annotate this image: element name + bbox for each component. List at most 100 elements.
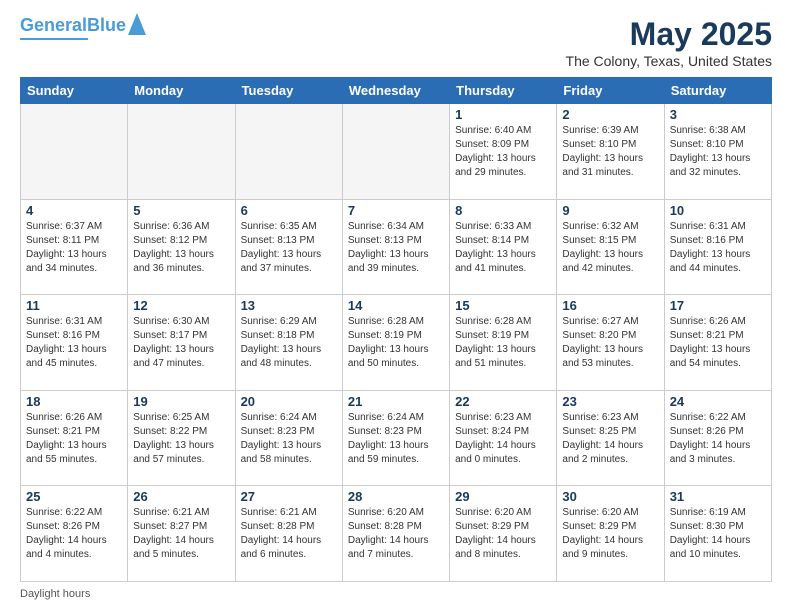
logo-blue: Blue (87, 15, 126, 35)
calendar-cell: 21 Sunrise: 6:24 AM Sunset: 8:23 PM Dayli… (342, 390, 449, 486)
day-info: Sunrise: 6:24 AM Sunset: 8:23 PM Dayligh… (348, 411, 444, 467)
day-number: 1 (455, 107, 551, 122)
day-number: 29 (455, 489, 551, 504)
day-header-sunday: Sunday (21, 78, 128, 104)
day-info: Sunrise: 6:20 AM Sunset: 8:29 PM Dayligh… (455, 506, 551, 562)
logo-triangle-icon (128, 13, 146, 35)
day-info: Sunrise: 6:21 AM Sunset: 8:28 PM Dayligh… (241, 506, 337, 562)
calendar-cell: 11 Sunrise: 6:31 AM Sunset: 8:16 PM Dayli… (21, 295, 128, 391)
day-number: 4 (26, 203, 122, 218)
day-number: 25 (26, 489, 122, 504)
day-info: Sunrise: 6:23 AM Sunset: 8:24 PM Dayligh… (455, 411, 551, 467)
logo-general: General (20, 15, 87, 35)
calendar-cell: 14Sunrise: 6:28 AM Sunset: 8:19 PM Dayli… (342, 295, 449, 391)
day-number: 9 (562, 203, 658, 218)
day-number: 19 (133, 394, 229, 409)
calendar-cell: 2Sunrise: 6:39 AM Sunset: 8:10 PM Daylig… (557, 104, 664, 200)
logo-text: GeneralBlue (20, 16, 126, 36)
day-header-tuesday: Tuesday (235, 78, 342, 104)
day-number: 2 (562, 107, 658, 122)
calendar-cell: 4 Sunrise: 6:37 AM Sunset: 8:11 PM Daylig… (21, 199, 128, 295)
day-info: Sunrise: 6:40 AM Sunset: 8:09 PM Dayligh… (455, 124, 551, 180)
calendar-cell (342, 104, 449, 200)
day-number: 26 (133, 489, 229, 504)
calendar-cell: 15Sunrise: 6:28 AM Sunset: 8:19 PM Dayli… (450, 295, 557, 391)
calendar-cell: 24Sunrise: 6:22 AM Sunset: 8:26 PM Dayli… (664, 390, 771, 486)
page: GeneralBlue May 2025 The Colony, Texas, … (0, 0, 792, 612)
calendar-cell: 28 Sunrise: 6:20 AM Sunset: 8:28 PM Dayli… (342, 486, 449, 582)
calendar-cell: 27 Sunrise: 6:21 AM Sunset: 8:28 PM Dayli… (235, 486, 342, 582)
calendar-cell: 9 Sunrise: 6:32 AM Sunset: 8:15 PM Daylig… (557, 199, 664, 295)
day-info: Sunrise: 6:31 AM Sunset: 8:16 PM Dayligh… (26, 315, 122, 371)
day-header-thursday: Thursday (450, 78, 557, 104)
calendar-cell: 13 Sunrise: 6:29 AM Sunset: 8:18 PM Dayli… (235, 295, 342, 391)
day-info: Sunrise: 6:37 AM Sunset: 8:11 PM Dayligh… (26, 220, 122, 276)
calendar-cell: 6 Sunrise: 6:35 AM Sunset: 8:13 PM Daylig… (235, 199, 342, 295)
subtitle: The Colony, Texas, United States (566, 53, 772, 69)
calendar-cell: 12Sunrise: 6:30 AM Sunset: 8:17 PM Dayli… (128, 295, 235, 391)
calendar-cell: 10Sunrise: 6:31 AM Sunset: 8:16 PM Dayli… (664, 199, 771, 295)
day-info: Sunrise: 6:20 AM Sunset: 8:29 PM Dayligh… (562, 506, 658, 562)
day-info: Sunrise: 6:21 AM Sunset: 8:27 PM Dayligh… (133, 506, 229, 562)
day-number: 15 (455, 298, 551, 313)
day-number: 23 (562, 394, 658, 409)
calendar-cell: 22Sunrise: 6:23 AM Sunset: 8:24 PM Dayli… (450, 390, 557, 486)
day-header-friday: Friday (557, 78, 664, 104)
day-info: Sunrise: 6:28 AM Sunset: 8:19 PM Dayligh… (348, 315, 444, 371)
day-number: 10 (670, 203, 766, 218)
day-number: 11 (26, 298, 122, 313)
calendar-cell: 31 Sunrise: 6:19 AM Sunset: 8:30 PM Dayli… (664, 486, 771, 582)
day-info: Sunrise: 6:19 AM Sunset: 8:30 PM Dayligh… (670, 506, 766, 562)
day-info: Sunrise: 6:26 AM Sunset: 8:21 PM Dayligh… (670, 315, 766, 371)
day-number: 8 (455, 203, 551, 218)
calendar-cell: 5Sunrise: 6:36 AM Sunset: 8:12 PM Daylig… (128, 199, 235, 295)
calendar-cell (235, 104, 342, 200)
day-number: 12 (133, 298, 229, 313)
day-header-monday: Monday (128, 78, 235, 104)
main-title: May 2025 (566, 16, 772, 53)
calendar-cell: 30 Sunrise: 6:20 AM Sunset: 8:29 PM Dayli… (557, 486, 664, 582)
day-number: 18 (26, 394, 122, 409)
calendar-cell: 26 Sunrise: 6:21 AM Sunset: 8:27 PM Dayli… (128, 486, 235, 582)
header: GeneralBlue May 2025 The Colony, Texas, … (20, 16, 772, 69)
title-section: May 2025 The Colony, Texas, United State… (566, 16, 772, 69)
day-number: 17 (670, 298, 766, 313)
week-row-5: 25 Sunrise: 6:22 AM Sunset: 8:26 PM Dayli… (21, 486, 772, 582)
calendar-cell: 7 Sunrise: 6:34 AM Sunset: 8:13 PM Daylig… (342, 199, 449, 295)
day-number: 6 (241, 203, 337, 218)
day-info: Sunrise: 6:22 AM Sunset: 8:26 PM Dayligh… (26, 506, 122, 562)
day-info: Sunrise: 6:29 AM Sunset: 8:18 PM Dayligh… (241, 315, 337, 371)
calendar-cell (128, 104, 235, 200)
calendar-cell: 18Sunrise: 6:26 AM Sunset: 8:21 PM Dayli… (21, 390, 128, 486)
day-info: Sunrise: 6:24 AM Sunset: 8:23 PM Dayligh… (241, 411, 337, 467)
calendar-cell: 1 Sunrise: 6:40 AM Sunset: 8:09 PM Daylig… (450, 104, 557, 200)
logo-underline (20, 38, 88, 40)
calendar-cell: 17 Sunrise: 6:26 AM Sunset: 8:21 PM Dayli… (664, 295, 771, 391)
day-info: Sunrise: 6:22 AM Sunset: 8:26 PM Dayligh… (670, 411, 766, 467)
day-number: 7 (348, 203, 444, 218)
week-row-4: 18Sunrise: 6:26 AM Sunset: 8:21 PM Dayli… (21, 390, 772, 486)
day-number: 28 (348, 489, 444, 504)
day-number: 20 (241, 394, 337, 409)
calendar-cell: 23Sunrise: 6:23 AM Sunset: 8:25 PM Dayli… (557, 390, 664, 486)
day-number: 16 (562, 298, 658, 313)
day-info: Sunrise: 6:34 AM Sunset: 8:13 PM Dayligh… (348, 220, 444, 276)
day-number: 27 (241, 489, 337, 504)
day-info: Sunrise: 6:33 AM Sunset: 8:14 PM Dayligh… (455, 220, 551, 276)
day-number: 31 (670, 489, 766, 504)
calendar-cell: 19Sunrise: 6:25 AM Sunset: 8:22 PM Dayli… (128, 390, 235, 486)
day-number: 30 (562, 489, 658, 504)
day-info: Sunrise: 6:32 AM Sunset: 8:15 PM Dayligh… (562, 220, 658, 276)
footer: Daylight hours (20, 588, 772, 600)
day-info: Sunrise: 6:35 AM Sunset: 8:13 PM Dayligh… (241, 220, 337, 276)
calendar-cell: 8 Sunrise: 6:33 AM Sunset: 8:14 PM Daylig… (450, 199, 557, 295)
calendar-cell (21, 104, 128, 200)
week-row-2: 4 Sunrise: 6:37 AM Sunset: 8:11 PM Daylig… (21, 199, 772, 295)
day-number: 21 (348, 394, 444, 409)
logo: GeneralBlue (20, 16, 146, 40)
day-info: Sunrise: 6:38 AM Sunset: 8:10 PM Dayligh… (670, 124, 766, 180)
day-number: 13 (241, 298, 337, 313)
calendar-cell: 29 Sunrise: 6:20 AM Sunset: 8:29 PM Dayli… (450, 486, 557, 582)
day-info: Sunrise: 6:20 AM Sunset: 8:28 PM Dayligh… (348, 506, 444, 562)
day-header-wednesday: Wednesday (342, 78, 449, 104)
